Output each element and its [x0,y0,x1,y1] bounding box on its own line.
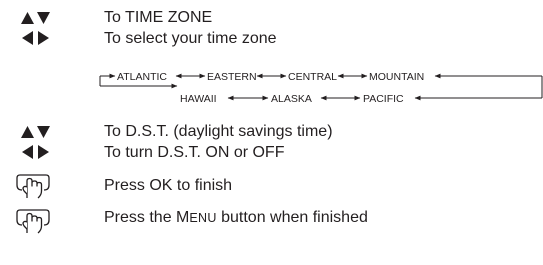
time-zone-title: To TIME ZONE [104,9,213,26]
finger-press-button-icon [16,207,50,240]
menu-key-rest: ENU [189,211,217,225]
zone-mountain: MOUNTAIN [369,71,424,83]
zone-atlantic: ATLANTIC [117,71,167,83]
left-right-arrows-icon [20,29,52,52]
menu-key-first: M [176,209,190,226]
press-menu-instruction: Press the MENU button when finished [104,209,368,227]
finger-press-button-icon [16,172,50,205]
press-menu-suffix: button when finished [216,209,368,226]
up-down-arrows-icon [20,122,52,145]
time-zone-cycle-diagram: ATLANTIC EASTERN CENTRAL MOUNTAIN HAWAII… [99,71,543,105]
zone-central: CENTRAL [288,71,337,83]
press-menu-prefix: Press the [104,209,177,226]
time-zone-select: To select your time zone [104,30,277,47]
press-ok-instruction: Press OK to finish [104,177,233,194]
left-right-arrows-icon [20,143,52,166]
dst-toggle: To turn D.S.T. ON or OFF [104,144,285,161]
zone-hawaii: HAWAII [180,93,217,105]
zone-eastern: EASTERN [207,71,257,83]
up-down-arrows-icon [20,8,52,31]
dst-title: To D.S.T. (daylight savings time) [104,123,333,140]
zone-pacific: PACIFIC [363,93,404,105]
zone-alaska: ALASKA [271,93,312,105]
